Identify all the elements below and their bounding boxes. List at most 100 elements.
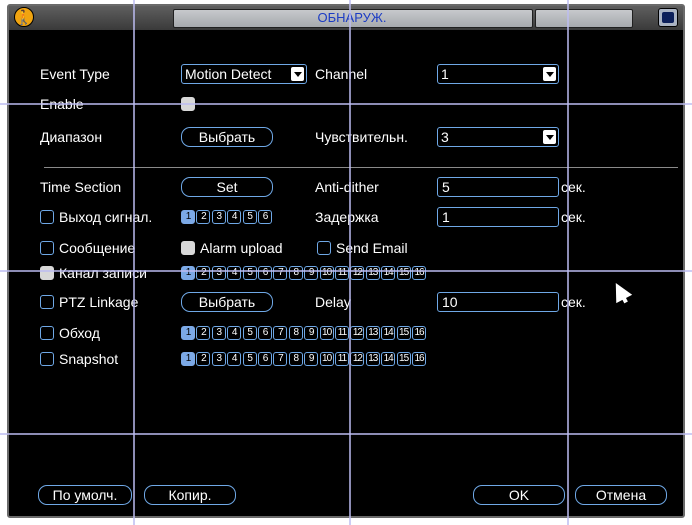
channel-number-box[interactable]: 8 bbox=[288, 326, 303, 340]
channel-number-box[interactable]: 14 bbox=[381, 352, 396, 366]
channel-number-box[interactable]: 2 bbox=[196, 326, 211, 340]
channel-number-box[interactable]: 7 bbox=[273, 326, 288, 340]
guide-line bbox=[0, 270, 692, 272]
record-channel-checkbox[interactable] bbox=[40, 266, 54, 280]
channel-number-box[interactable]: 6 bbox=[258, 266, 272, 280]
title-bar: 🚶 ОБНАРУЖ. bbox=[9, 6, 683, 30]
chevron-down-icon[interactable] bbox=[543, 67, 556, 81]
snapshot-checkbox[interactable] bbox=[40, 352, 54, 366]
guide-line bbox=[133, 0, 135, 525]
delay-en-unit: сек. bbox=[561, 294, 586, 310]
send-email-checkbox[interactable] bbox=[317, 241, 331, 255]
sensitivity-label: Чувствительн. bbox=[315, 129, 408, 145]
channel-number-box[interactable]: 2 bbox=[196, 352, 211, 366]
channel-number-box[interactable]: 5 bbox=[242, 352, 257, 366]
time-section-label: Time Section bbox=[40, 179, 122, 195]
alarm-upload-checkbox[interactable] bbox=[181, 241, 195, 255]
copy-button[interactable]: Копир. bbox=[144, 485, 236, 505]
channel-number-box[interactable]: 12 bbox=[350, 352, 365, 366]
range-select-button[interactable]: Выбрать bbox=[181, 127, 273, 147]
tour-label: Обход bbox=[59, 325, 100, 341]
channel-number-box[interactable]: 5 bbox=[242, 210, 257, 224]
message-checkbox[interactable] bbox=[40, 241, 54, 255]
channel-number-box[interactable]: 2 bbox=[196, 210, 211, 224]
channel-number-box[interactable]: 4 bbox=[227, 326, 242, 340]
event-type-value: Motion Detect bbox=[185, 66, 272, 82]
channel-number-box[interactable]: 15 bbox=[396, 266, 411, 280]
cancel-button[interactable]: Отмена bbox=[575, 485, 667, 505]
send-email-label: Send Email bbox=[336, 240, 408, 256]
channel-number-box[interactable]: 6 bbox=[258, 352, 272, 366]
delay-en-input[interactable]: 10 bbox=[437, 292, 559, 312]
channel-number-box[interactable]: 7 bbox=[273, 352, 288, 366]
delay-label: Задержка bbox=[315, 209, 379, 225]
message-label: Сообщение bbox=[59, 240, 136, 256]
channel-number-box[interactable]: 7 bbox=[273, 266, 288, 280]
channel-value: 1 bbox=[441, 66, 449, 82]
channel-number-box[interactable]: 1 bbox=[181, 266, 195, 280]
tour-checkbox[interactable] bbox=[40, 326, 54, 340]
delay-input[interactable]: 1 bbox=[437, 207, 559, 227]
channel-number-box[interactable]: 1 bbox=[181, 210, 195, 224]
sensitivity-select[interactable]: 3 bbox=[437, 127, 559, 147]
channel-number-box[interactable]: 15 bbox=[396, 326, 411, 340]
channel-select[interactable]: 1 bbox=[437, 64, 559, 84]
channel-number-box[interactable]: 14 bbox=[381, 266, 396, 280]
alarm-out-checkbox[interactable] bbox=[40, 210, 54, 224]
channel-number-box[interactable]: 11 bbox=[335, 352, 349, 366]
channel-number-box[interactable]: 9 bbox=[304, 352, 319, 366]
ptz-linkage-label: PTZ Linkage bbox=[59, 294, 139, 310]
channel-number-box[interactable]: 5 bbox=[242, 266, 257, 280]
channel-number-box[interactable]: 13 bbox=[365, 352, 380, 366]
alarm-out-label: Выход сигнал. bbox=[59, 209, 153, 225]
channel-number-box[interactable]: 9 bbox=[304, 326, 319, 340]
channel-number-box[interactable]: 16 bbox=[412, 326, 426, 340]
ptz-select-button[interactable]: Выбрать bbox=[181, 292, 273, 312]
guide-line bbox=[567, 0, 569, 525]
channel-number-box[interactable]: 3 bbox=[211, 210, 226, 224]
section-divider bbox=[44, 167, 678, 168]
channel-number-box[interactable]: 14 bbox=[381, 326, 396, 340]
channel-number-box[interactable]: 6 bbox=[258, 326, 272, 340]
channel-number-box[interactable]: 12 bbox=[350, 326, 365, 340]
event-type-select[interactable]: Motion Detect bbox=[181, 64, 307, 84]
channel-number-box[interactable]: 2 bbox=[196, 266, 211, 280]
channel-number-box[interactable]: 8 bbox=[288, 266, 303, 280]
channel-number-box[interactable]: 4 bbox=[227, 210, 242, 224]
anti-dither-input[interactable]: 5 bbox=[437, 177, 559, 197]
channel-number-box[interactable]: 4 bbox=[227, 266, 242, 280]
channel-number-box[interactable]: 1 bbox=[181, 326, 195, 340]
channel-number-box[interactable]: 13 bbox=[365, 326, 380, 340]
channel-number-box[interactable]: 6 bbox=[258, 210, 272, 224]
channel-number-box[interactable]: 13 bbox=[365, 266, 380, 280]
channel-number-box[interactable]: 12 bbox=[350, 266, 365, 280]
channel-number-box[interactable]: 10 bbox=[319, 326, 334, 340]
delay-unit: сек. bbox=[561, 209, 586, 225]
channel-number-box[interactable]: 4 bbox=[227, 352, 242, 366]
channel-number-box[interactable]: 10 bbox=[319, 266, 334, 280]
alarm-upload-label: Alarm upload bbox=[200, 240, 283, 256]
channel-number-box[interactable]: 16 bbox=[412, 266, 426, 280]
time-section-set-button[interactable]: Set bbox=[181, 177, 273, 197]
channel-number-box[interactable]: 10 bbox=[319, 352, 334, 366]
detect-window: 🚶 ОБНАРУЖ. Event Type Motion Detect Chan… bbox=[7, 4, 685, 518]
ptz-linkage-checkbox[interactable] bbox=[40, 295, 54, 309]
channel-number-box[interactable]: 9 bbox=[304, 266, 319, 280]
channel-number-box[interactable]: 11 bbox=[335, 266, 349, 280]
channel-number-box[interactable]: 15 bbox=[396, 352, 411, 366]
chevron-down-icon[interactable] bbox=[291, 67, 304, 81]
chevron-down-icon[interactable] bbox=[543, 130, 556, 144]
channel-number-box[interactable]: 3 bbox=[211, 326, 226, 340]
channel-number-box[interactable]: 16 bbox=[412, 352, 426, 366]
channel-label: Channel bbox=[315, 66, 368, 82]
channel-number-box[interactable]: 3 bbox=[211, 266, 226, 280]
channel-number-box[interactable]: 3 bbox=[211, 352, 226, 366]
ok-button[interactable]: OK bbox=[473, 485, 565, 505]
guide-line bbox=[0, 103, 692, 105]
channel-number-box[interactable]: 1 bbox=[181, 352, 195, 366]
channel-number-box[interactable]: 8 bbox=[288, 352, 303, 366]
default-button[interactable]: По умолч. bbox=[38, 485, 132, 505]
close-icon[interactable] bbox=[658, 8, 678, 27]
channel-number-box[interactable]: 11 bbox=[335, 326, 349, 340]
channel-number-box[interactable]: 5 bbox=[242, 326, 257, 340]
